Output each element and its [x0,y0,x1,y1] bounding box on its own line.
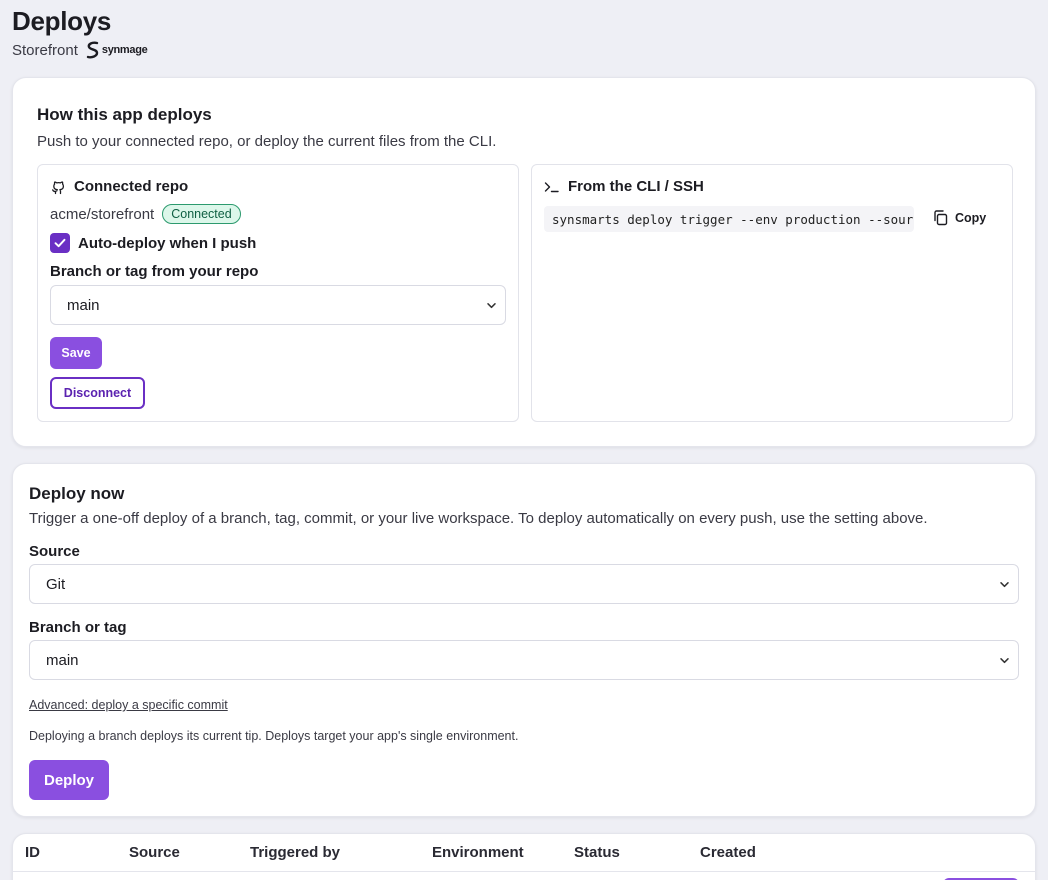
deploy-note: Deploying a branch deploys its current t… [29,729,519,743]
branch-value: main [46,651,79,669]
source-value: Git [46,575,66,593]
cli-panel: From the CLI / SSH synsmarts deploy trig… [531,164,1013,422]
repo-line: acme/storefront Connected [50,204,241,224]
chevron-down-icon [1000,582,1009,588]
repo-name: acme/storefront [50,205,155,223]
page-subtitle: Storefront synmage [12,41,148,59]
status-badge: Connected [162,204,241,224]
save-button[interactable]: Save [50,337,102,369]
column-header-id: ID [25,844,40,861]
connected-repo-title: Connected repo [74,178,189,195]
page-title: Deploys [12,6,112,36]
auto-deploy-row[interactable]: Auto-deploy when I push [50,233,256,253]
chevron-down-icon [487,303,496,309]
how-deploys-description: Push to your connected repo, or deploy t… [37,133,497,150]
copy-button[interactable]: Copy [932,209,986,226]
column-header-source: Source [129,844,180,861]
connected-repo-header: Connected repo [50,178,188,195]
how-deploys-title: How this app deploys [37,105,212,124]
column-header-environment: Environment [432,844,524,861]
column-header-triggered-by: Triggered by [250,844,341,861]
deploys-table: ID Source Triggered by Environment Statu… [12,833,1036,880]
cli-command[interactable]: synsmarts deploy trigger --env productio… [544,206,914,232]
column-header-created: Created [700,844,756,861]
source-label: Source [29,543,80,560]
auto-deploy-checkbox[interactable] [50,233,70,253]
checkmark-icon [54,238,66,248]
deploy-now-title: Deploy now [29,484,125,503]
cli-header: From the CLI / SSH [544,178,704,195]
connected-repo-panel: Connected repo acme/storefront Connected… [37,164,519,422]
terminal-icon [544,181,559,192]
cli-title: From the CLI / SSH [568,178,704,195]
copy-icon [934,210,948,226]
table-header-divider [13,871,1035,872]
github-icon [52,180,65,194]
brand-name: synmage [101,44,148,56]
how-deploys-card: How this app deploys Push to your connec… [12,77,1036,447]
branch-label: Branch or tag [29,619,127,636]
deploy-button[interactable]: Deploy [29,760,109,800]
chevron-down-icon [1000,658,1009,664]
branch-select[interactable]: main [29,640,1019,680]
source-select[interactable]: Git [29,564,1019,604]
repo-branch-label: Branch or tag from your repo [50,263,259,280]
synmage-logo-icon [86,41,99,59]
deploy-now-description: Trigger a one-off deploy of a branch, ta… [29,510,928,527]
brand-logo: synmage [86,41,148,59]
advanced-commit-link[interactable]: Advanced: deploy a specific commit [29,698,228,712]
column-header-status: Status [574,844,620,861]
copy-label: Copy [955,210,987,225]
app-name: Storefront [12,41,78,59]
repo-branch-value: main [67,296,100,314]
repo-branch-select[interactable]: main [50,285,506,325]
auto-deploy-label: Auto-deploy when I push [78,234,257,252]
disconnect-button[interactable]: Disconnect [50,377,145,409]
deploy-now-card: Deploy now Trigger a one-off deploy of a… [12,463,1036,817]
